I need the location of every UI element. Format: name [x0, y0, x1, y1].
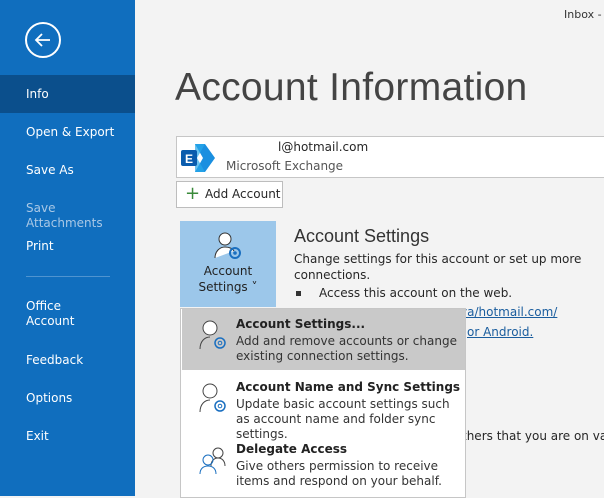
account-email: l@hotmail.com — [278, 140, 369, 154]
sidebar-item-open-export[interactable]: Open & Export — [0, 125, 135, 140]
account-type: Microsoft Exchange — [226, 159, 344, 173]
sidebar-divider — [26, 276, 110, 277]
sidebar-item-save-as[interactable]: Save As — [0, 163, 135, 178]
bullet-item: Access this account on the web. — [296, 286, 512, 300]
page-title: Account Information — [175, 66, 528, 109]
account-settings-dropdown-button[interactable]: Account Settings ˅ — [180, 221, 276, 307]
web-link[interactable]: va/hotmail.com/ — [460, 305, 557, 319]
user-gear-icon — [214, 232, 241, 259]
delegate-users-icon — [199, 447, 226, 475]
bullet-text: Access this account on the web. — [319, 286, 513, 300]
sidebar-item-office-account[interactable]: Office Account — [0, 299, 90, 329]
sidebar-item-feedback[interactable]: Feedback — [0, 353, 135, 368]
account-settings-heading: Account Settings — [294, 226, 430, 246]
account-selector[interactable]: E l@hotmail.com Microsoft Exchange — [176, 136, 604, 178]
menu-item-delegate-access[interactable]: Delegate Access Give others permission t… — [182, 434, 465, 495]
svg-text:E: E — [185, 152, 193, 166]
user-gear-icon — [199, 320, 226, 350]
user-gear-icon — [199, 383, 226, 413]
sidebar-item-print[interactable]: Print — [0, 239, 135, 254]
menu-item-title: Delegate Access — [236, 442, 348, 456]
plus-icon: + — [185, 183, 201, 204]
mobile-link[interactable]: or Android. — [467, 325, 533, 339]
account-settings-label-1: Account — [203, 264, 253, 278]
window-title: Inbox - — [564, 8, 602, 21]
sidebar-item-exit[interactable]: Exit — [0, 429, 135, 444]
menu-item-title: Account Settings... — [236, 317, 366, 331]
back-arrow-icon — [34, 33, 50, 47]
menu-item-account-settings[interactable]: Account Settings... Add and remove accou… — [182, 309, 465, 370]
menu-item-desc: Give others permission to receive items … — [236, 459, 442, 488]
exchange-logo-icon: E — [181, 144, 215, 172]
add-account-label: Add Account — [205, 187, 281, 201]
sidebar-item-save-attachments: Save Attachments — [26, 201, 103, 230]
sidebar: Info Open & Export Save As Save Attachme… — [0, 0, 135, 496]
sidebar-item-options[interactable]: Options — [0, 391, 135, 406]
menu-item-title: Account Name and Sync Settings — [236, 380, 461, 394]
add-account-button[interactable]: + Add Account — [176, 181, 283, 208]
back-button[interactable] — [25, 22, 61, 58]
menu-item-account-name-sync[interactable]: Account Name and Sync Settings Update ba… — [182, 372, 465, 441]
automatic-replies-text: thers that you are on vacat — [462, 429, 604, 443]
sidebar-item-info[interactable]: Info — [0, 75, 135, 113]
menu-item-desc: Add and remove accounts or change existi… — [236, 334, 457, 363]
account-settings-label-2: Settings ˅ — [198, 280, 258, 294]
account-settings-description: Change settings for this account or set … — [294, 252, 582, 282]
account-settings-menu: Account Settings... Add and remove accou… — [180, 308, 466, 498]
